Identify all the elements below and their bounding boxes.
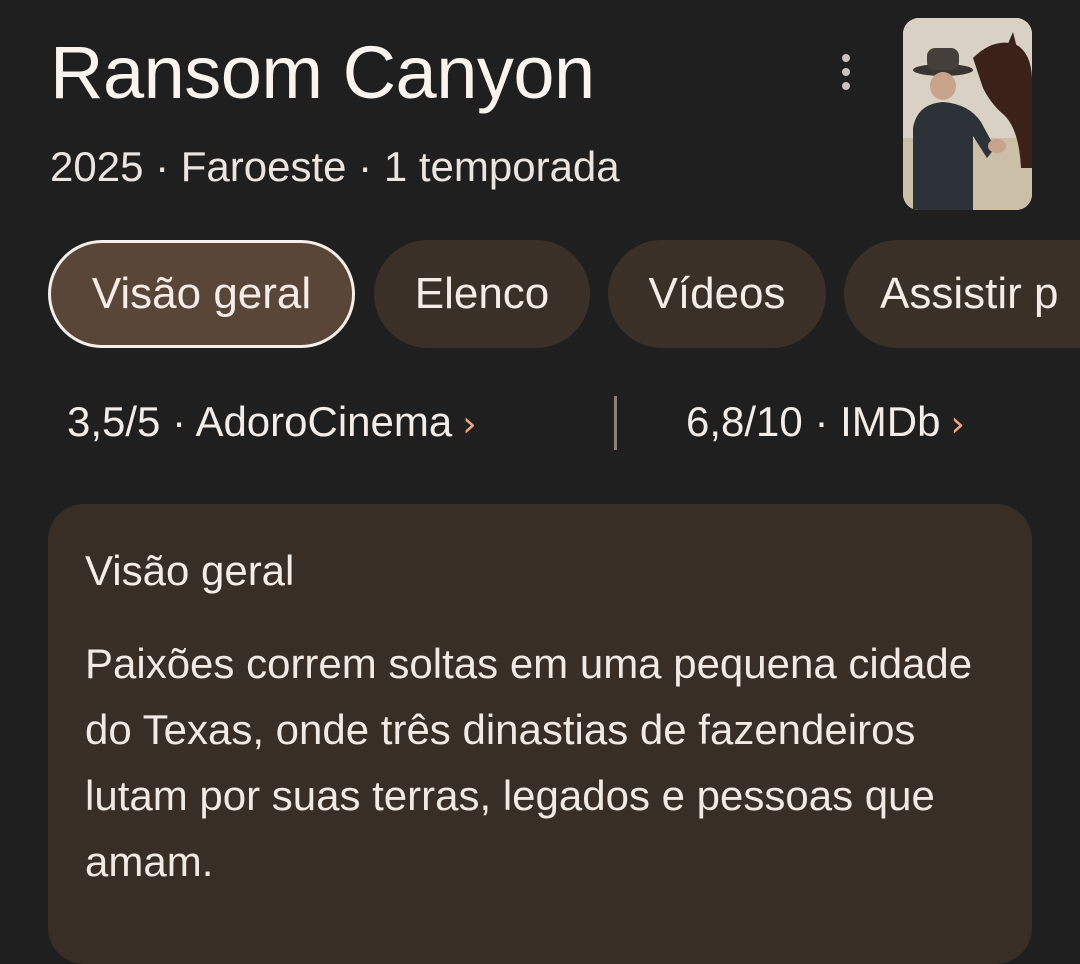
- chevron-right-icon: ›: [462, 404, 477, 445]
- rating-score: 3,5/5: [67, 398, 161, 445]
- show-poster-image[interactable]: [903, 18, 1032, 210]
- overview-heading: Visão geral: [85, 547, 295, 594]
- show-metadata: 2025 · Faroeste · 1 temporada: [50, 143, 620, 190]
- rating-source: IMDb: [840, 398, 941, 445]
- overview-text: Paixões correm soltas em uma pequena cid…: [85, 640, 973, 885]
- overview-card: Visão geral Paixões correm soltas em uma…: [48, 504, 1032, 964]
- page-title: Ransom Canyon: [50, 31, 595, 114]
- tab-overview[interactable]: Visão geral: [48, 240, 355, 348]
- rating-adorocinema[interactable]: 3,5/5 · AdoroCinema ›: [67, 394, 477, 453]
- menu-dot: [842, 68, 850, 76]
- chevron-right-icon: ›: [950, 404, 965, 445]
- poster-art: [903, 18, 1032, 210]
- rating-source: AdoroCinema: [195, 398, 453, 445]
- rating-imdb[interactable]: 6,8/10 · IMDb ›: [686, 394, 965, 453]
- tab-cast[interactable]: Elenco: [374, 240, 590, 348]
- rating-score: 6,8/10: [686, 398, 803, 445]
- rating-divider: [614, 396, 617, 450]
- tab-watch[interactable]: Assistir p: [844, 240, 1080, 348]
- tab-bar: Visão geral Elenco Vídeos Assistir p: [48, 240, 1080, 348]
- tab-videos[interactable]: Vídeos: [608, 240, 826, 348]
- menu-dot: [842, 82, 850, 90]
- menu-dot: [842, 54, 850, 62]
- more-vert-icon[interactable]: [826, 46, 866, 98]
